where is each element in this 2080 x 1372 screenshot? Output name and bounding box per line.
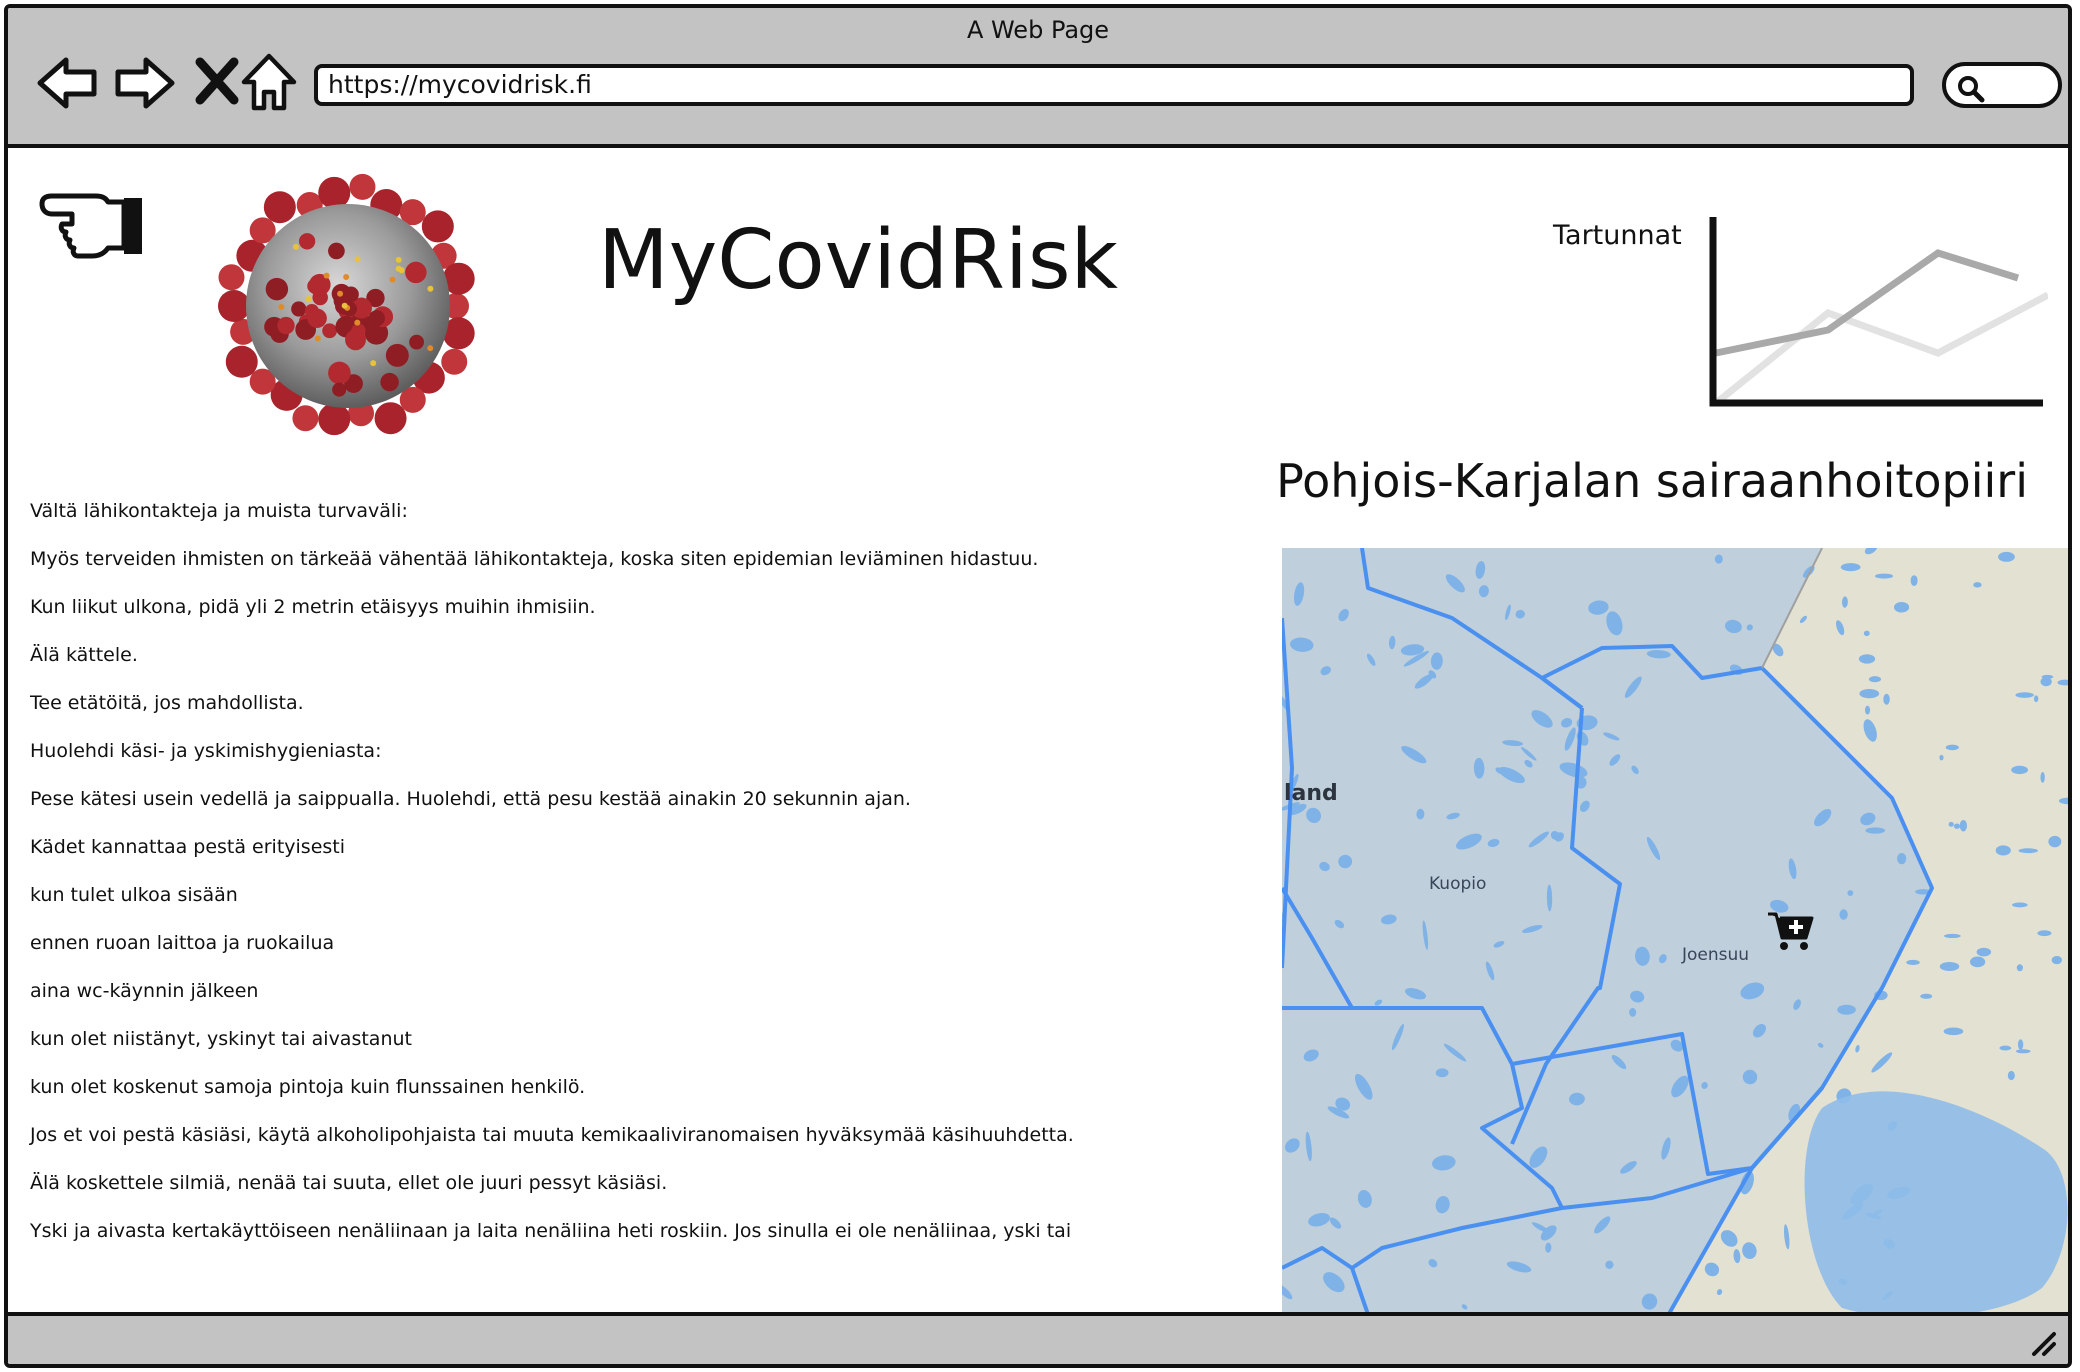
chart-axes — [1709, 217, 2043, 407]
cart-plus-icon[interactable] — [1766, 910, 1814, 954]
infections-chart — [1709, 217, 2048, 407]
map-label-joensuu: Joensuu — [1682, 945, 1750, 965]
page-title: MyCovidRisk — [598, 213, 1119, 308]
advice-line: aina wc-käynnin jälkeen — [30, 980, 259, 1002]
advice-line: Älä koskettele silmiä, nenää tai suuta, … — [30, 1172, 668, 1194]
map-label-kuopio: Kuopio — [1429, 874, 1487, 894]
advice-line: Älä kättele. — [30, 644, 138, 666]
browser-toolbar: A Web Page https://mycovidrisk.fi — [8, 8, 2068, 148]
advice-line: Myös terveiden ihmisten on tärkeää vähen… — [30, 548, 1039, 570]
region-title: Pohjois-Karjalan sairaanhoitopiiri — [1276, 454, 2028, 508]
search-icon — [1958, 76, 1985, 103]
advice-line: Yski ja aivasta kertakäyttöiseen nenälii… — [30, 1220, 1072, 1242]
advice-line: Kädet kannattaa pestä erityisesti — [30, 836, 346, 858]
chart-title: Tartunnat — [1553, 220, 1682, 251]
address-bar[interactable]: https://mycovidrisk.fi — [314, 64, 1914, 106]
search-field[interactable] — [1942, 62, 2062, 108]
region-map[interactable]: land Kuopio Joensuu — [1282, 548, 2068, 1326]
map-graphic — [1282, 548, 2068, 1326]
advice-text: Vältä lähikontakteja ja muista turvaväli… — [30, 496, 1230, 1264]
advice-line: Huolehdi käsi- ja yskimishygieniasta: — [30, 740, 382, 762]
advice-line: Tee etätöitä, jos mahdollista. — [30, 692, 304, 714]
coronavirus-image — [218, 173, 475, 436]
window-title: A Web Page — [966, 16, 1110, 44]
advice-line: kun olet koskenut samoja pintoja kuin fl… — [30, 1076, 586, 1098]
advice-line: ennen ruoan laittoa ja ruokailua — [30, 932, 335, 954]
advice-line: kun olet niistänyt, yskinyt tai aivastan… — [30, 1028, 412, 1050]
pointing-hand-icon[interactable] — [38, 188, 146, 272]
chart-line-light — [1713, 291, 2048, 406]
forward-arrow-icon[interactable] — [108, 48, 178, 118]
status-bar — [8, 1312, 2068, 1364]
resize-handle-icon[interactable] — [2028, 1328, 2058, 1358]
advice-line: Vältä lähikontakteja ja muista turvaväli… — [30, 500, 408, 522]
advice-line: Pese kätesi usein vedellä ja saippualla.… — [30, 788, 911, 810]
advice-line: Kun liikut ulkona, pidä yli 2 metrin etä… — [30, 596, 596, 618]
back-arrow-icon[interactable] — [34, 48, 104, 118]
advice-line: kun tulet ulkoa sisään — [30, 884, 238, 906]
browser-window: A Web Page https://mycovidrisk.fi MyCovi… — [4, 4, 2072, 1368]
home-icon[interactable] — [234, 48, 304, 118]
advice-line: Jos et voi pestä käsiäsi, käytä alkoholi… — [30, 1124, 1074, 1146]
map-label-land: land — [1284, 781, 1338, 806]
